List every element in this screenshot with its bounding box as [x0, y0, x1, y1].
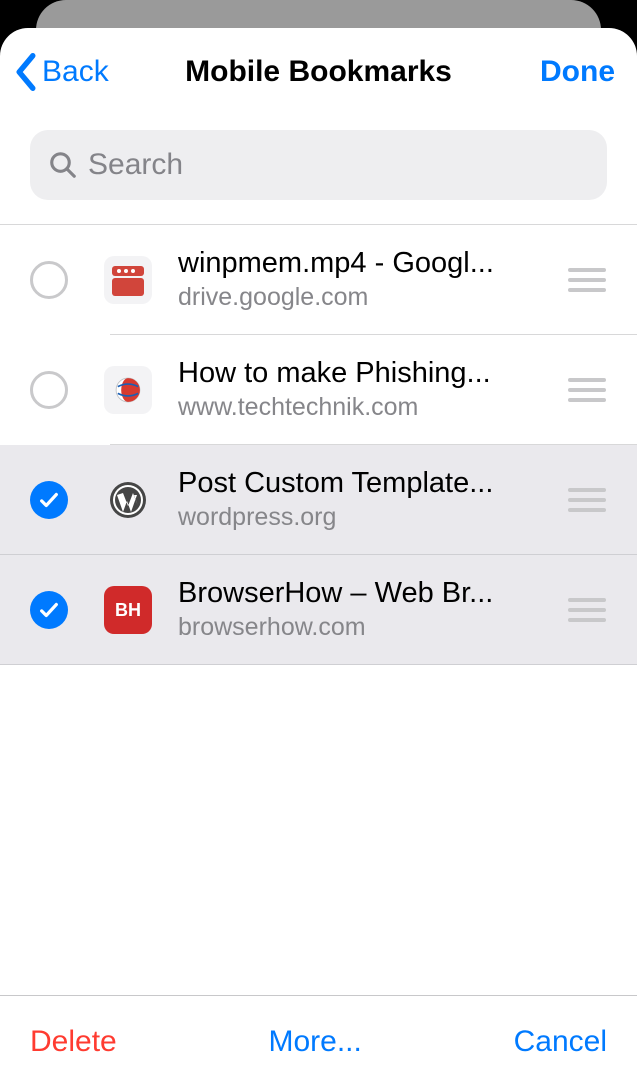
bookmark-list: winpmem.mp4 - Googl... drive.google.com — [0, 224, 637, 995]
grip-line-icon — [568, 498, 606, 502]
bookmark-url: www.techtechnik.com — [178, 391, 547, 424]
checkmark-icon — [38, 599, 60, 621]
grip-line-icon — [568, 508, 606, 512]
bookmark-url: wordpress.org — [178, 501, 547, 534]
unchecked-circle-icon — [30, 261, 68, 299]
grip-line-icon — [568, 278, 606, 282]
grip-line-icon — [568, 268, 606, 272]
search-icon — [48, 150, 78, 180]
chevron-left-icon — [14, 53, 38, 91]
select-checkbox[interactable] — [30, 371, 68, 409]
grip-line-icon — [568, 398, 606, 402]
bookmark-url: browserhow.com — [178, 611, 547, 644]
search-field-wrapper[interactable] — [30, 130, 607, 200]
reorder-handle[interactable] — [559, 335, 615, 445]
bookmark-row[interactable]: BH BrowserHow – Web Br... browserhow.com — [0, 555, 637, 665]
grip-line-icon — [568, 598, 606, 602]
back-label: Back — [42, 55, 109, 89]
reorder-handle[interactable] — [559, 555, 615, 665]
more-button[interactable]: More... — [268, 1025, 361, 1059]
grip-line-icon — [568, 608, 606, 612]
bookmark-title: BrowserHow – Web Br... — [178, 576, 547, 611]
bookmark-title: How to make Phishing... — [178, 356, 547, 391]
bookmark-text: winpmem.mp4 - Googl... drive.google.com — [178, 246, 559, 313]
reorder-handle[interactable] — [559, 445, 615, 555]
back-button[interactable]: Back — [14, 53, 109, 91]
checkmark-icon — [38, 489, 60, 511]
bookmark-url: drive.google.com — [178, 281, 547, 314]
select-checkbox[interactable] — [30, 591, 68, 629]
search-container — [0, 116, 637, 224]
bookmark-text: BrowserHow – Web Br... browserhow.com — [178, 576, 559, 643]
drive-red-icon — [104, 256, 152, 304]
bookmark-text: How to make Phishing... www.techtechnik.… — [178, 356, 559, 423]
grip-line-icon — [568, 488, 606, 492]
grip-line-icon — [568, 288, 606, 292]
techtechnik-globe-icon — [104, 366, 152, 414]
grip-line-icon — [568, 378, 606, 382]
select-checkbox[interactable] — [30, 261, 68, 299]
page-title: Mobile Bookmarks — [185, 55, 452, 89]
wordpress-icon — [104, 476, 152, 524]
cancel-button[interactable]: Cancel — [514, 1025, 607, 1059]
grip-line-icon — [568, 388, 606, 392]
header-bar: Back Mobile Bookmarks Done — [0, 28, 637, 116]
bookmark-title: winpmem.mp4 - Googl... — [178, 246, 547, 281]
checked-circle-icon — [30, 591, 68, 629]
bottom-toolbar: Delete More... Cancel — [0, 995, 637, 1087]
unchecked-circle-icon — [30, 371, 68, 409]
bookmark-row[interactable]: winpmem.mp4 - Googl... drive.google.com — [0, 225, 637, 335]
select-checkbox[interactable] — [30, 481, 68, 519]
bookmark-title: Post Custom Template... — [178, 466, 547, 501]
bookmarks-sheet: Back Mobile Bookmarks Done — [0, 28, 637, 1087]
browserhow-bh-icon: BH — [104, 586, 152, 634]
delete-button[interactable]: Delete — [30, 1025, 117, 1059]
reorder-handle[interactable] — [559, 225, 615, 335]
bookmark-row[interactable]: Post Custom Template... wordpress.org — [0, 445, 637, 555]
done-button[interactable]: Done — [540, 55, 615, 89]
checked-circle-icon — [30, 481, 68, 519]
bookmark-text: Post Custom Template... wordpress.org — [178, 466, 559, 533]
grip-line-icon — [568, 618, 606, 622]
search-input[interactable] — [88, 148, 589, 182]
bookmark-row[interactable]: How to make Phishing... www.techtechnik.… — [0, 335, 637, 445]
